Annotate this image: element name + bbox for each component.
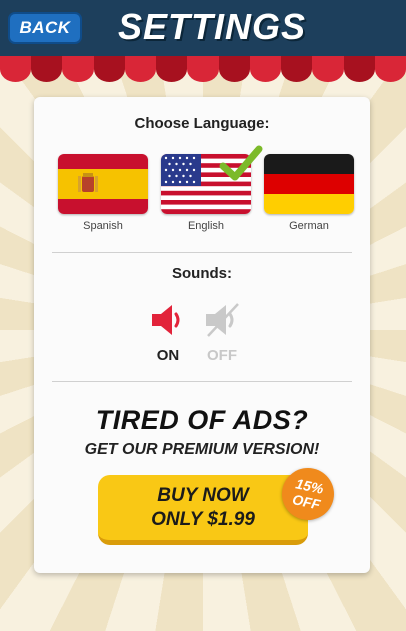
speaker-muted-icon bbox=[206, 303, 239, 337]
germany-flag-icon bbox=[264, 154, 354, 214]
language-option-english[interactable] bbox=[161, 145, 263, 214]
language-label-english: English bbox=[187, 220, 225, 232]
divider bbox=[52, 252, 352, 253]
language-label-spanish: Spanish bbox=[83, 220, 123, 232]
sound-off-label: OFF bbox=[207, 347, 237, 364]
language-label-german: German bbox=[289, 220, 329, 232]
sounds-heading: Sounds: bbox=[172, 265, 232, 282]
buy-button-line2: ONLY $1.99 bbox=[151, 509, 255, 530]
promo-title: TIRED OF ADS? bbox=[95, 405, 309, 435]
page-title: SETTINGS bbox=[118, 6, 307, 47]
promo-subtitle: GET OUR PREMIUM VERSION! bbox=[84, 441, 320, 458]
settings-panel: Choose Language: Spanish English German … bbox=[34, 97, 370, 573]
selected-check-icon bbox=[219, 145, 263, 181]
buy-premium-button[interactable]: BUY NOW ONLY $1.99 bbox=[98, 475, 308, 545]
language-heading: Choose Language: bbox=[134, 115, 270, 132]
header-bar: BACK SETTINGS bbox=[0, 0, 406, 58]
buy-button-line1: BUY NOW bbox=[157, 485, 249, 506]
divider bbox=[52, 381, 352, 382]
language-option-german[interactable] bbox=[264, 154, 354, 214]
awning-decoration bbox=[0, 56, 406, 82]
sound-on-label: ON bbox=[156, 347, 180, 364]
language-option-spanish[interactable] bbox=[58, 154, 148, 214]
sound-off-button[interactable] bbox=[202, 300, 242, 340]
back-button[interactable]: BACK bbox=[8, 12, 82, 44]
speaker-on-icon bbox=[152, 305, 180, 335]
sound-on-button[interactable] bbox=[148, 300, 188, 340]
spain-flag-icon bbox=[58, 154, 148, 214]
